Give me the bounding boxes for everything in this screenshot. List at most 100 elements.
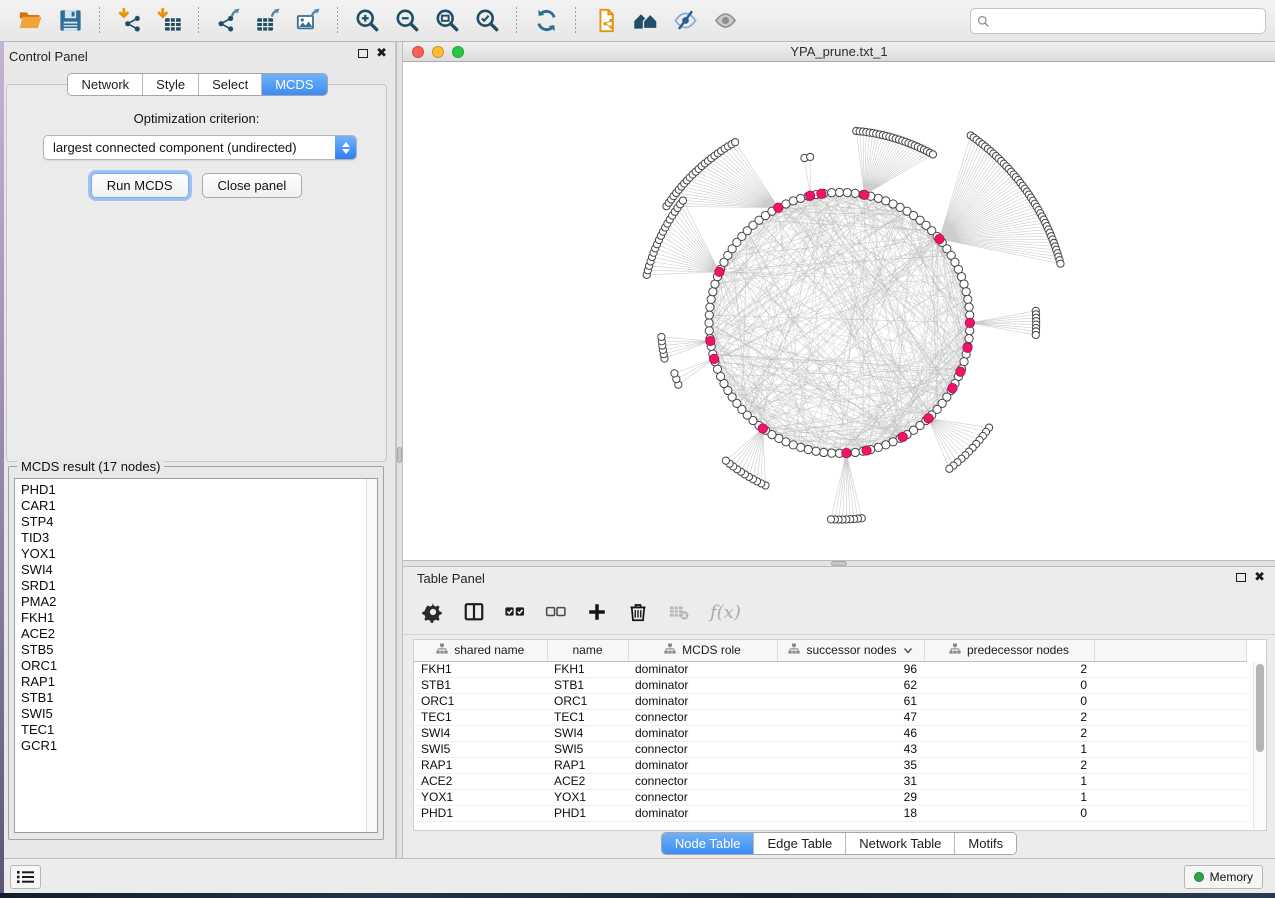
- export-image-icon[interactable]: [290, 5, 326, 37]
- network-window-titlebar[interactable]: YPA_prune.txt_1: [403, 42, 1275, 62]
- import-table-icon[interactable]: [151, 5, 187, 37]
- mcds-list-scrollbar[interactable]: [366, 479, 377, 832]
- table-cell[interactable]: ACE2: [547, 773, 628, 789]
- table-row[interactable]: SWI4SWI4dominator462: [414, 725, 1246, 741]
- network-canvas[interactable]: [403, 62, 1275, 560]
- show-column-panel-icon[interactable]: [462, 600, 486, 624]
- mcds-result-item[interactable]: PMA2: [21, 594, 377, 610]
- table-row[interactable]: TEC1TEC1connector472: [414, 709, 1246, 725]
- table-cell[interactable]: YOX1: [547, 789, 628, 805]
- splitter-grip[interactable]: [397, 447, 402, 463]
- column-header-shared-name[interactable]: shared name: [414, 640, 547, 661]
- mcds-result-item[interactable]: GCR1: [21, 738, 377, 754]
- mcds-result-item[interactable]: STB1: [21, 690, 377, 706]
- mcds-result-item[interactable]: STB5: [21, 642, 377, 658]
- task-history-button[interactable]: [10, 865, 41, 889]
- export-network-icon[interactable]: [210, 5, 246, 37]
- delete-column-icon[interactable]: [626, 600, 650, 624]
- table-cell[interactable]: 61: [777, 693, 924, 709]
- table-cell[interactable]: SWI4: [547, 725, 628, 741]
- float-panel-icon[interactable]: [1236, 573, 1246, 582]
- mcds-result-item[interactable]: ORC1: [21, 658, 377, 674]
- save-session-icon[interactable]: [52, 5, 88, 37]
- zoom-fit-icon[interactable]: [429, 5, 465, 37]
- network-graph[interactable]: [403, 62, 1275, 562]
- vertical-splitter[interactable]: [396, 42, 403, 858]
- table-cell[interactable]: ORC1: [414, 693, 547, 709]
- table-cell[interactable]: 1: [924, 773, 1094, 789]
- splitter-grip[interactable]: [831, 561, 847, 566]
- show-graphics-details-icon[interactable]: [707, 5, 743, 37]
- table-cell[interactable]: dominator: [628, 693, 777, 709]
- refresh-icon[interactable]: [528, 5, 564, 37]
- table-options-gear-icon[interactable]: [421, 600, 445, 624]
- zoom-in-icon[interactable]: [349, 5, 385, 37]
- tab-edge-table[interactable]: Edge Table: [753, 833, 845, 854]
- table-cell[interactable]: TEC1: [414, 709, 547, 725]
- table-row[interactable]: FKH1FKH1dominator962: [414, 661, 1246, 677]
- table-cell[interactable]: STB1: [414, 677, 547, 693]
- mcds-result-item[interactable]: PHD1: [21, 482, 377, 498]
- table-cell[interactable]: 35: [777, 757, 924, 773]
- export-table-icon[interactable]: [250, 5, 286, 37]
- table-cell[interactable]: dominator: [628, 725, 777, 741]
- zoom-window-traffic-light[interactable]: [452, 46, 464, 58]
- mcds-result-listbox[interactable]: PHD1CAR1STP4TID3YOX1SWI4SRD1PMA2FKH1ACE2…: [14, 478, 378, 833]
- table-cell[interactable]: dominator: [628, 661, 777, 677]
- tab-network-table[interactable]: Network Table: [845, 833, 954, 854]
- table-cell[interactable]: 18: [777, 805, 924, 821]
- column-header-name[interactable]: name: [547, 640, 628, 661]
- hide-graphics-details-icon[interactable]: [667, 5, 703, 37]
- unselect-all-columns-icon[interactable]: [544, 600, 568, 624]
- create-column-icon[interactable]: [585, 600, 609, 624]
- mcds-result-item[interactable]: TID3: [21, 530, 377, 546]
- close-panel-icon[interactable]: ✖: [1254, 572, 1265, 582]
- table-cell[interactable]: RAP1: [547, 757, 628, 773]
- table-cell[interactable]: dominator: [628, 805, 777, 821]
- table-cell[interactable]: 1: [924, 789, 1094, 805]
- mcds-result-item[interactable]: SWI5: [21, 706, 377, 722]
- table-row[interactable]: YOX1YOX1connector291: [414, 789, 1246, 805]
- table-cell[interactable]: SWI4: [414, 725, 547, 741]
- table-cell[interactable]: 2: [924, 725, 1094, 741]
- mcds-result-item[interactable]: SRD1: [21, 578, 377, 594]
- table-cell[interactable]: RAP1: [414, 757, 547, 773]
- network-from-file-icon[interactable]: [587, 5, 623, 37]
- table-scrollbar[interactable]: [1253, 662, 1265, 829]
- optimization-criterion-dropdown[interactable]: largest connected component (undirected): [43, 135, 357, 160]
- column-header-predecessor-nodes[interactable]: predecessor nodes: [924, 640, 1094, 661]
- import-network-icon[interactable]: [111, 5, 147, 37]
- houses-icon[interactable]: [627, 5, 663, 37]
- table-cell[interactable]: SWI5: [414, 741, 547, 757]
- table-cell[interactable]: 1: [924, 741, 1094, 757]
- table-cell[interactable]: TEC1: [547, 709, 628, 725]
- memory-button[interactable]: Memory: [1184, 865, 1263, 889]
- table-cell[interactable]: 31: [777, 773, 924, 789]
- table-cell[interactable]: 47: [777, 709, 924, 725]
- column-header-successor-nodes[interactable]: successor nodes: [777, 640, 924, 661]
- table-cell[interactable]: YOX1: [414, 789, 547, 805]
- tab-network[interactable]: Network: [68, 74, 142, 95]
- mcds-result-item[interactable]: CAR1: [21, 498, 377, 514]
- table-cell[interactable]: connector: [628, 789, 777, 805]
- table-cell[interactable]: PHD1: [547, 805, 628, 821]
- mcds-result-item[interactable]: RAP1: [21, 674, 377, 690]
- table-cell[interactable]: 0: [924, 693, 1094, 709]
- table-cell[interactable]: 96: [777, 661, 924, 677]
- table-cell[interactable]: 0: [924, 677, 1094, 693]
- float-panel-icon[interactable]: [358, 49, 368, 58]
- table-cell[interactable]: ORC1: [547, 693, 628, 709]
- tab-select[interactable]: Select: [198, 74, 261, 95]
- table-cell[interactable]: connector: [628, 773, 777, 789]
- table-cell[interactable]: 46: [777, 725, 924, 741]
- delete-table-icon[interactable]: [667, 600, 691, 624]
- close-window-traffic-light[interactable]: [412, 46, 424, 58]
- table-row[interactable]: STB1STB1dominator620: [414, 677, 1246, 693]
- select-all-columns-icon[interactable]: [503, 600, 527, 624]
- table-cell[interactable]: 2: [924, 709, 1094, 725]
- table-cell[interactable]: dominator: [628, 677, 777, 693]
- table-cell[interactable]: 0: [924, 805, 1094, 821]
- tab-node-table[interactable]: Node Table: [662, 833, 754, 854]
- table-cell[interactable]: 62: [777, 677, 924, 693]
- table-cell[interactable]: 43: [777, 741, 924, 757]
